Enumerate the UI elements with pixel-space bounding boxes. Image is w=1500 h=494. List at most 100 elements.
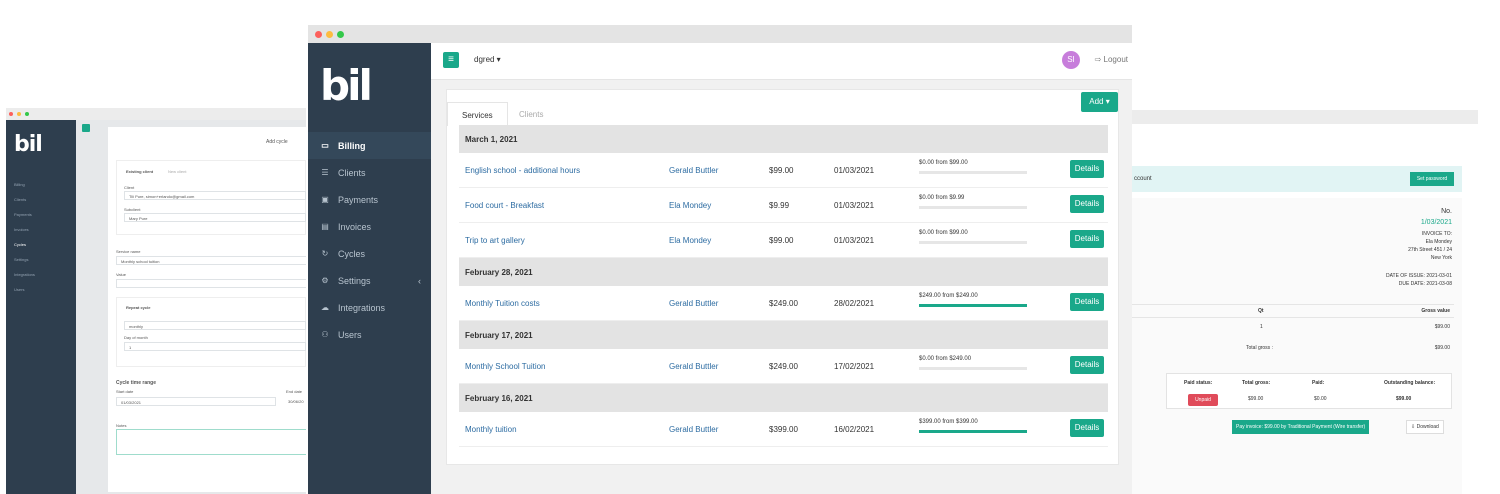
notes-label: Notes (116, 423, 127, 428)
pay-invoice-button[interactable]: Pay invoice: $99.00 by Traditional Payme… (1232, 420, 1370, 434)
total-gross2-label: Total gross: (1242, 380, 1271, 386)
notes-textarea[interactable] (116, 429, 306, 455)
services-card: Services Clients Add ▾ March 1, 2021 Engl… (446, 89, 1119, 465)
details-button[interactable]: Details (1070, 230, 1104, 248)
subclient-value: Mary Pure (129, 216, 148, 221)
users-icon: ⚇ (321, 330, 329, 339)
service-link[interactable]: Monthly School Tuition (465, 362, 546, 371)
details-button[interactable]: Details (1070, 356, 1104, 374)
end-date-label: End date (286, 389, 303, 394)
service-row: Monthly tuition Gerald Buttler $399.00 16/0… (459, 412, 1108, 447)
total-gross2-value: $99.00 (1248, 396, 1264, 402)
day-input[interactable]: 1 (124, 342, 306, 351)
details-button[interactable]: Details (1070, 160, 1104, 178)
close-dot[interactable] (315, 30, 322, 38)
client-link[interactable]: Gerald Buttler (669, 362, 718, 371)
file-icon: ▤ (321, 222, 329, 231)
tab-clients[interactable]: Clients (505, 102, 557, 126)
sidebar-item-label: Billing (338, 140, 366, 151)
sidebar-item-payments[interactable]: ▣ Payments (308, 186, 431, 213)
payment-progress-bar (919, 206, 1027, 209)
amount: $9.99 (769, 201, 790, 210)
set-password-button[interactable]: Set password (1410, 172, 1454, 186)
sidebar-item-label: Clients (338, 167, 366, 178)
sidebar-item-label: Users (338, 329, 362, 340)
top-bar: ≡ dgred ▾ SI ⇨ Logout (431, 43, 1132, 80)
close-dot[interactable] (9, 112, 13, 116)
tab-services[interactable]: Services (447, 102, 508, 126)
sidebar-item-payments[interactable]: Payments (14, 212, 32, 217)
tab-existing-client[interactable]: Existing client (126, 169, 153, 174)
payment-progress-bar (919, 171, 1027, 174)
avatar[interactable]: SI (1062, 51, 1080, 69)
outstanding-label: Outstanding balance: (1384, 380, 1436, 386)
sidebar-item-settings[interactable]: ⚙ Settings ‹ (308, 267, 431, 294)
end-date-value[interactable]: 30/06/20 (288, 399, 304, 404)
invoice-window: ccount Set password No. 1/03/2021 INVOIC… (1132, 110, 1478, 494)
title-bar (6, 108, 306, 120)
minimize-dot[interactable] (17, 112, 21, 116)
sidebar-item-billing[interactable]: Billing (14, 182, 25, 187)
subclient-select[interactable]: Mary Pure (124, 213, 306, 222)
zoom-dot[interactable] (337, 30, 344, 38)
client-link[interactable]: Gerald Buttler (669, 299, 718, 308)
sidebar-item-integrations[interactable]: Integrations (14, 272, 35, 277)
modal-title: Add cycle (266, 139, 288, 145)
sidebar-item-users[interactable]: Users (14, 287, 24, 292)
sidebar-item-billing[interactable]: ▭ Billing (308, 132, 431, 159)
amount: $249.00 (769, 362, 798, 371)
service-link[interactable]: Monthly tuition (465, 425, 517, 434)
date-group-header: March 1, 2021 (459, 125, 1108, 153)
service-link[interactable]: Trip to art gallery (465, 236, 525, 245)
paid-summary: $0.00 from $99.00 (919, 230, 968, 236)
amount: $99.00 (769, 236, 794, 245)
download-button[interactable]: ⇩ Download (1406, 420, 1444, 434)
add-button[interactable]: Add ▾ (1081, 92, 1118, 112)
user-menu[interactable]: dgred ▾ (474, 55, 501, 64)
client-select[interactable]: Tili Pure, simon+erlando@gmail.com (124, 191, 306, 200)
sidebar-item-clients[interactable]: Clients (14, 197, 26, 202)
client-value: Tili Pure, simon+erlando@gmail.com (129, 194, 195, 199)
sidebar-item-label: Cycles (338, 248, 366, 259)
details-button[interactable]: Details (1070, 419, 1104, 437)
tab-repeat-cycle[interactable]: Repeat cycle (126, 305, 150, 310)
sidebar-item-invoices[interactable]: ▤ Invoices (308, 213, 431, 240)
client-link[interactable]: Gerald Buttler (669, 166, 718, 175)
start-date-input[interactable]: 01/03/2021 (116, 397, 276, 406)
logout-link[interactable]: ⇨ Logout (1095, 55, 1128, 64)
sidebar-item-cycles[interactable]: Cycles (14, 242, 26, 247)
service-link[interactable]: English school - additional hours (465, 166, 580, 175)
zoom-dot[interactable] (25, 112, 29, 116)
details-button[interactable]: Details (1070, 195, 1104, 213)
client-link[interactable]: Gerald Buttler (669, 425, 718, 434)
service-date: 28/02/2021 (834, 299, 875, 308)
download-icon: ⇩ (1411, 424, 1416, 430)
sidebar-item-settings[interactable]: Settings (14, 257, 28, 262)
total-gross-value: $99.00 (1434, 345, 1450, 351)
sidebar-item-invoices[interactable]: Invoices (14, 227, 29, 232)
service-link[interactable]: Food court - Breakfast (465, 201, 544, 210)
sidebar-item-cycles[interactable]: ↻ Cycles (308, 240, 431, 267)
items-header (1132, 304, 1454, 318)
client-link[interactable]: Ela Mondey (669, 236, 711, 245)
tab-new-client[interactable]: New client (168, 169, 186, 174)
billing-window: bil ▭ Billing ☰ Clients ▣ Payments ▤ Invoice… (308, 25, 1132, 494)
list-icon: ☰ (321, 168, 329, 177)
account-banner: ccount Set password (1132, 166, 1462, 192)
service-input[interactable]: Monthly school tuition (116, 256, 306, 265)
service-link[interactable]: Monthly Tuition costs (465, 299, 540, 308)
service-value: Monthly school tuition (121, 259, 160, 264)
billing-icon: ▭ (321, 141, 329, 150)
sidebar-item-users[interactable]: ⚇ Users (308, 321, 431, 348)
value-input[interactable] (116, 279, 306, 288)
minimize-dot[interactable] (326, 30, 333, 38)
client-label: Client (124, 185, 135, 190)
amount: $99.00 (769, 166, 794, 175)
sidebar-item-clients[interactable]: ☰ Clients (308, 159, 431, 186)
details-button[interactable]: Details (1070, 293, 1104, 311)
sidebar-item-integrations[interactable]: ☁ Integrations (308, 294, 431, 321)
repeat-select[interactable]: monthly (124, 321, 306, 330)
menu-button[interactable] (82, 124, 90, 132)
client-link[interactable]: Ela Mondey (669, 201, 711, 210)
menu-button[interactable]: ≡ (443, 52, 459, 68)
